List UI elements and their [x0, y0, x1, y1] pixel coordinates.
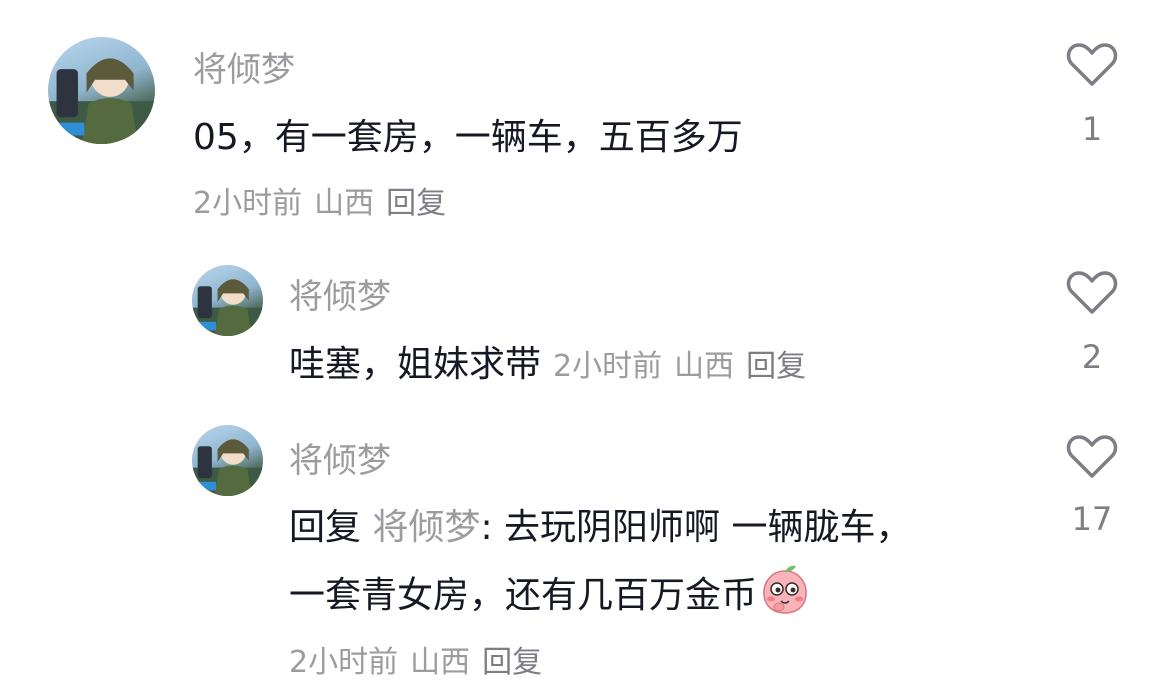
comment-location: 山西: [314, 186, 375, 221]
comment-meta: 2小时前 山西 回复: [193, 178, 446, 222]
reply-username[interactable]: 将倾梦: [289, 433, 391, 482]
like-count: 1: [1081, 110, 1103, 148]
reply-time: 2小时前: [553, 349, 663, 384]
avatar[interactable]: [192, 265, 263, 336]
reply-meta: 2小时前 山西 回复: [553, 349, 806, 384]
reply-button[interactable]: 回复: [482, 645, 542, 680]
like-count: 2: [1081, 338, 1103, 376]
like-count: 17: [1071, 500, 1113, 538]
reply-button[interactable]: 回复: [386, 186, 446, 221]
heart-outline-icon[interactable]: [1066, 434, 1118, 480]
heart-outline-icon[interactable]: [1066, 270, 1118, 316]
comment-text: 05，有一套房，一辆车，五百多万: [193, 117, 743, 158]
reply-prefix: 回复: [289, 507, 362, 548]
reply-text: 哇塞，姐妹求带: [289, 344, 542, 385]
reply-time: 2小时前: [289, 645, 399, 680]
reply-username[interactable]: 将倾梦: [289, 269, 391, 318]
reply-location: 山西: [410, 645, 471, 680]
reply-text-line-1: 回复 将倾梦: 去玩阴阳师啊 一辆胧车，: [289, 498, 912, 550]
avatar[interactable]: [48, 37, 155, 144]
avatar[interactable]: [192, 425, 263, 496]
peach-shy-emoji-icon: [763, 565, 807, 614]
reply-button[interactable]: 回复: [746, 349, 806, 384]
reply-text-line-2: 一套青女房，还有几百万金币: [289, 563, 811, 618]
reply-text-line: 哇塞，姐妹求带 2小时前 山西 回复: [289, 335, 806, 387]
reply-location: 山西: [674, 349, 735, 384]
heart-outline-icon[interactable]: [1066, 42, 1118, 88]
reply-text-2: 一套青女房，还有几百万金币: [289, 575, 758, 616]
reply-meta: 2小时前 山西 回复: [289, 637, 542, 681]
reply-to-username[interactable]: 将倾梦: [372, 507, 480, 548]
comment-time: 2小时前: [193, 186, 303, 221]
reply-text-1: : 去玩阴阳师啊 一辆胧车，: [480, 507, 912, 548]
comment-username[interactable]: 将倾梦: [193, 42, 295, 91]
